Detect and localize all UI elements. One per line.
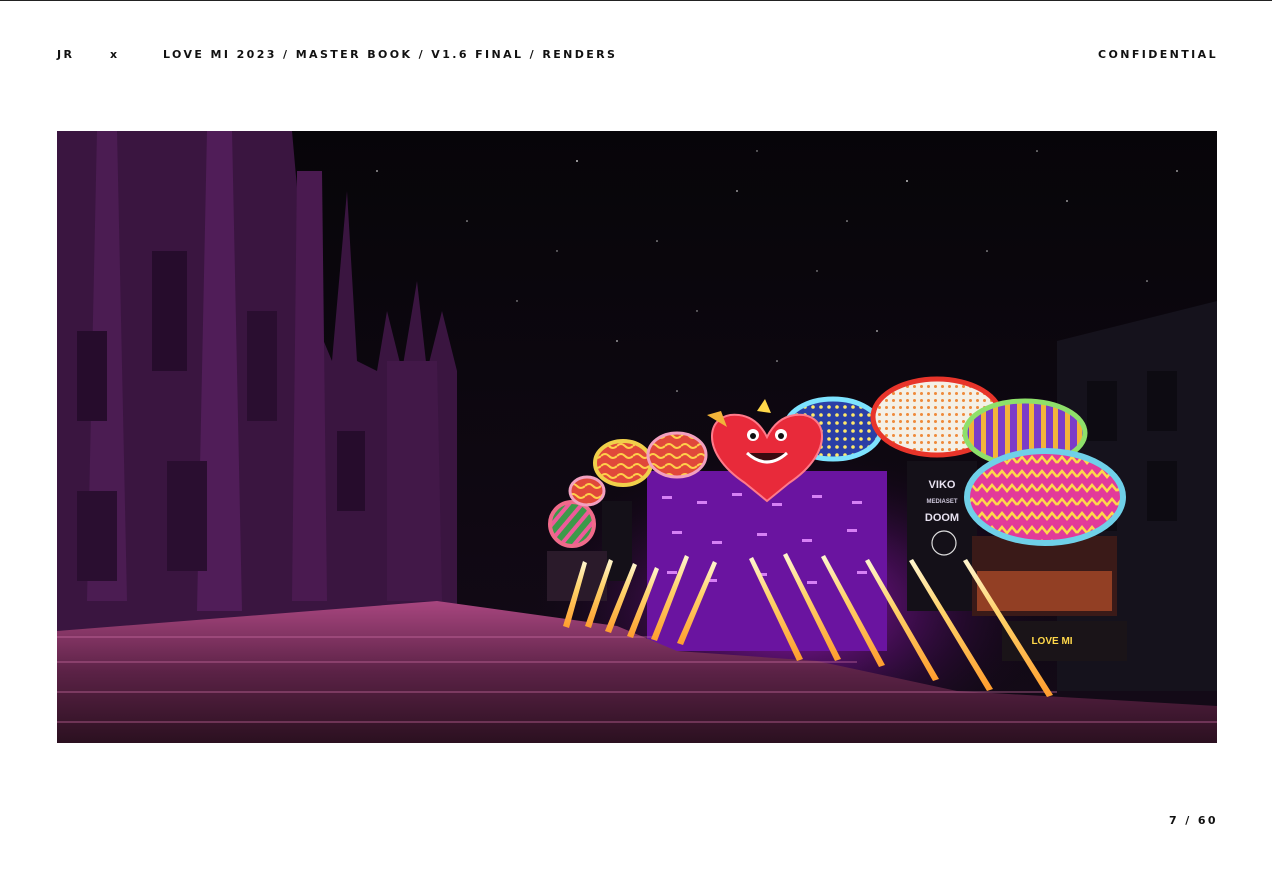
stage-logo-doom: DOOM (925, 512, 959, 524)
header-confidential: CONFIDENTIAL (1097, 48, 1218, 61)
header-separator: x (110, 48, 120, 61)
stage-logo-viko: VIKO (929, 479, 956, 491)
top-rule (0, 0, 1272, 1)
concert-stage-render: VIKO MEDIASET DOOM LOVE MI (57, 131, 1217, 743)
screen-banner: LOVE MI (1031, 636, 1072, 647)
header-brand: JR (57, 48, 75, 61)
render-illustration: VIKO MEDIASET DOOM LOVE MI (57, 131, 1217, 743)
stage-logo-mediaset: MEDIASET (926, 499, 957, 505)
page-indicator: 7 / 60 (1168, 814, 1218, 827)
header-breadcrumb: LOVE MI 2023 / MASTER BOOK / V1.6 FINAL … (163, 48, 618, 61)
